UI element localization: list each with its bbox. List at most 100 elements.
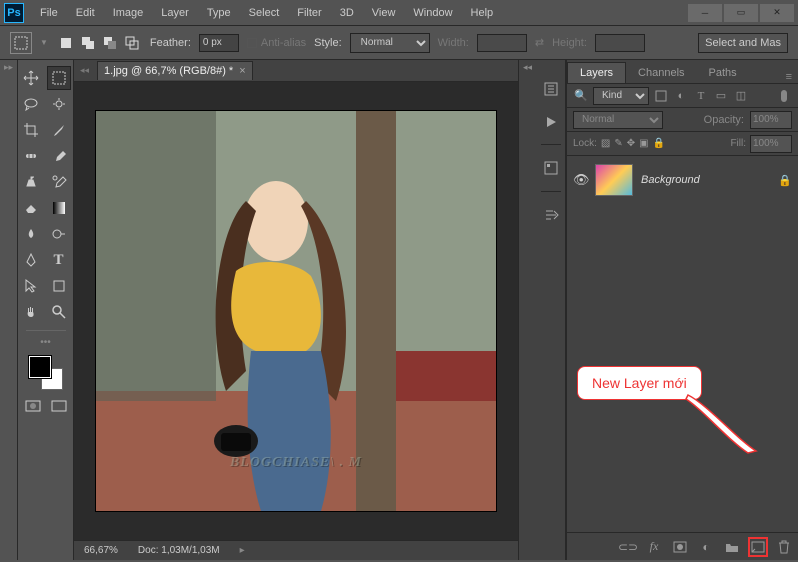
- new-layer-icon[interactable]: [748, 537, 768, 557]
- healing-brush-tool[interactable]: [19, 144, 43, 168]
- path-select-tool[interactable]: [19, 274, 43, 298]
- panel-menu-icon[interactable]: ≡: [780, 71, 798, 83]
- menu-image[interactable]: Image: [105, 3, 152, 23]
- quick-mask-toggle[interactable]: [21, 396, 45, 416]
- clone-stamp-tool[interactable]: [19, 170, 43, 194]
- main-area: ▸▸ T •••: [0, 60, 798, 560]
- filter-toggle-icon[interactable]: [776, 88, 792, 104]
- filter-shape-icon[interactable]: ▭: [713, 88, 729, 104]
- history-panel-icon[interactable]: [540, 78, 562, 100]
- filter-smart-icon[interactable]: ◫: [733, 88, 749, 104]
- history-brush-tool[interactable]: [47, 170, 71, 194]
- tab-close-icon[interactable]: ×: [239, 65, 245, 77]
- left-collapse-strip[interactable]: ▸▸: [0, 60, 18, 560]
- doc-info[interactable]: Doc: 1,03M/1,03M: [138, 545, 220, 556]
- marquee-icon: [14, 36, 28, 50]
- screen-mode-toggle[interactable]: [47, 396, 71, 416]
- brush-tool[interactable]: [47, 144, 71, 168]
- menu-help[interactable]: Help: [463, 3, 502, 23]
- menu-3d[interactable]: 3D: [332, 3, 362, 23]
- menu-window[interactable]: Window: [405, 3, 460, 23]
- delete-layer-icon[interactable]: [774, 537, 794, 557]
- filter-pixel-icon[interactable]: [653, 88, 669, 104]
- foreground-color[interactable]: [29, 356, 51, 378]
- canvas-area: ◂◂ 1.jpg @ 66,7% (RGB/8#) * ×: [74, 60, 518, 560]
- menu-filter[interactable]: Filter: [289, 3, 329, 23]
- quick-select-tool[interactable]: [47, 92, 71, 116]
- type-tool[interactable]: T: [47, 248, 71, 272]
- hand-tool[interactable]: [19, 300, 43, 324]
- document-tab[interactable]: 1.jpg @ 66,7% (RGB/8#) * ×: [97, 61, 253, 80]
- blur-tool[interactable]: [19, 222, 43, 246]
- canvas-viewport[interactable]: BLOGCHIASE\ . M: [74, 82, 518, 540]
- lock-position-icon[interactable]: ✥: [627, 138, 635, 149]
- tab-paths[interactable]: Paths: [697, 63, 749, 83]
- zoom-level[interactable]: 66,67%: [84, 545, 118, 556]
- menu-view[interactable]: View: [364, 3, 404, 23]
- layer-group-icon[interactable]: [722, 537, 742, 557]
- panels-column: Layers Channels Paths ≡ 🔍 Kind ◐ T ▭ ◫ N…: [566, 60, 798, 560]
- selection-add-icon[interactable]: [78, 33, 98, 53]
- layer-style-icon[interactable]: fx: [644, 537, 664, 557]
- color-swatches[interactable]: [29, 356, 63, 390]
- lock-all-icon[interactable]: 🔒: [653, 138, 665, 149]
- minimize-button[interactable]: ─: [688, 4, 722, 22]
- opacity-input[interactable]: [750, 111, 792, 129]
- fill-label: Fill:: [730, 138, 746, 149]
- selection-subtract-icon[interactable]: [100, 33, 120, 53]
- move-tool[interactable]: [19, 66, 43, 90]
- eyedropper-tool[interactable]: [47, 118, 71, 142]
- crop-tool[interactable]: [19, 118, 43, 142]
- fill-input[interactable]: [750, 135, 792, 153]
- menu-select[interactable]: Select: [241, 3, 288, 23]
- right-collapse-strip[interactable]: ◂◂: [518, 60, 536, 560]
- annotation-callout: New Layer mới: [577, 366, 702, 400]
- adjustments-panel-icon[interactable]: [540, 204, 562, 226]
- visibility-toggle-icon[interactable]: 👁: [573, 172, 587, 188]
- lock-brush-icon[interactable]: ✎: [614, 138, 622, 149]
- style-select[interactable]: Normal: [350, 33, 430, 53]
- link-layers-icon[interactable]: ⊂⊃: [618, 537, 638, 557]
- blend-mode-select[interactable]: Normal: [573, 111, 663, 129]
- filter-kind-select[interactable]: Kind: [593, 87, 649, 105]
- layer-name[interactable]: Background: [641, 174, 700, 186]
- dodge-tool[interactable]: [47, 222, 71, 246]
- toolbox: T •••: [18, 60, 74, 560]
- lasso-tool[interactable]: [19, 92, 43, 116]
- maximize-button[interactable]: ▭: [724, 4, 758, 22]
- layer-thumbnail[interactable]: [595, 164, 633, 196]
- selection-new-icon[interactable]: [56, 33, 76, 53]
- lock-icon[interactable]: 🔒: [778, 174, 792, 187]
- menu-layer[interactable]: Layer: [153, 3, 197, 23]
- menu-file[interactable]: File: [32, 3, 66, 23]
- marquee-tool[interactable]: [47, 66, 71, 90]
- pen-tool[interactable]: [19, 248, 43, 272]
- antialias-checkbox: Anti-alias: [247, 37, 306, 49]
- status-arrow-icon[interactable]: ▸: [240, 545, 245, 556]
- filter-adjustment-icon[interactable]: ◐: [673, 88, 689, 104]
- lock-artboard-icon[interactable]: ▣: [639, 138, 648, 149]
- select-and-mask-button[interactable]: Select and Mas: [698, 33, 788, 53]
- adjustment-layer-icon[interactable]: ◐: [696, 537, 716, 557]
- height-input: [595, 34, 645, 52]
- tab-channels[interactable]: Channels: [626, 63, 696, 83]
- layer-mask-icon[interactable]: [670, 537, 690, 557]
- lock-transparent-icon[interactable]: ▨: [601, 138, 610, 149]
- gradient-tool[interactable]: [47, 196, 71, 220]
- actions-panel-icon[interactable]: [540, 110, 562, 132]
- menu-type[interactable]: Type: [199, 3, 239, 23]
- shape-tool[interactable]: [47, 274, 71, 298]
- eraser-tool[interactable]: [19, 196, 43, 220]
- close-button[interactable]: ✕: [760, 4, 794, 22]
- filter-type-icon[interactable]: T: [693, 88, 709, 104]
- tab-layers[interactable]: Layers: [567, 62, 626, 83]
- collapse-arrows-icon[interactable]: ◂◂: [80, 65, 89, 76]
- feather-input[interactable]: [199, 34, 239, 52]
- selection-intersect-icon[interactable]: [122, 33, 142, 53]
- layers-panel-footer: ⊂⊃ fx ◐: [567, 532, 798, 560]
- layer-row[interactable]: 👁 Background 🔒: [567, 160, 798, 200]
- zoom-tool[interactable]: [47, 300, 71, 324]
- tool-preset-picker[interactable]: [10, 32, 32, 54]
- properties-panel-icon[interactable]: [540, 157, 562, 179]
- menu-edit[interactable]: Edit: [68, 3, 103, 23]
